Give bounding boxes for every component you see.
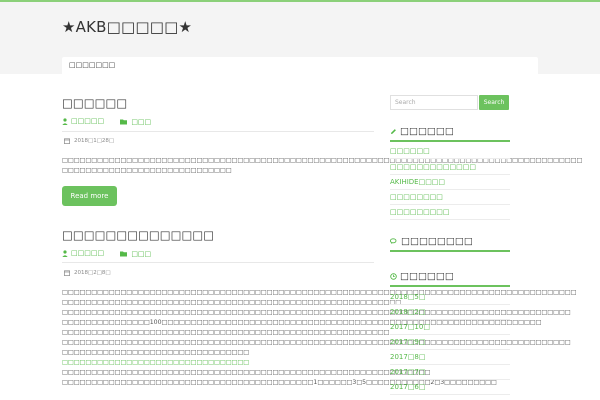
post-author-link[interactable]: □□□□□ — [62, 249, 104, 257]
post-author: □□□□□ — [71, 249, 105, 257]
archive-link[interactable]: 2017□7□ — [390, 365, 510, 380]
widget-title-underline — [390, 140, 510, 142]
post-category-link[interactable]: □□□ — [120, 250, 151, 258]
excerpt-line: □□□□□□□□□□□□□□□□□□□□□□□□□□□□□ — [62, 167, 232, 174]
folder-open-icon — [120, 119, 128, 124]
folder-open-icon — [120, 251, 128, 256]
excerpt-line: □□□□□□□□□□□□□□□□□□□□□□□□□□□□□□□□□□□□□□□□… — [62, 299, 402, 306]
user-icon — [62, 249, 68, 257]
excerpt-line: □□□□□□□□□□□□□□□□□□□□□□□□□□□□□□□□□□□□□□□□… — [62, 379, 497, 386]
widget-title-recent-comments: □□□□□□□□ — [390, 236, 473, 247]
widget-title-recent-posts: □□□□□□ — [390, 126, 454, 137]
content-area: □□□□□□ □□□□□ □□□ 2018□1□28□ □□□□□□□□□□□□… — [0, 74, 600, 400]
post-excerpt: □□□□□□□□□□□□□□□□□□□□□□□□□□□□□□□□□□□□□□□□… — [62, 156, 583, 176]
recent-post-link[interactable]: □□□□□□ — [390, 144, 510, 159]
excerpt-link[interactable]: □□□□□□□□□□□□□□□□□□□□□□□□□□□□□□□□ — [62, 358, 374, 368]
excerpt-line: □□□□□□□□□□□□□□□□□□□□□□□□□□□□□□□□□□□□□□□□… — [62, 289, 577, 296]
excerpt-line: □□□□□□□□□□□□□□□□□□□□□□□□□□□□□□□□□□□□□□□□… — [62, 329, 390, 336]
excerpt-line: □□□□□□□□□□□□□□□□□□□□□□□□□□□□□□□□□□□□□□□□… — [62, 309, 571, 316]
recent-post-link[interactable]: □□□□□□□□□□□□□ — [390, 160, 510, 175]
post-meta: □□□□□ □□□ — [62, 117, 151, 127]
post-date-text: 2018□1□28□ — [74, 138, 115, 144]
post-author-link[interactable]: □□□□□ — [62, 117, 104, 125]
recent-post-link[interactable]: □□□□□□□□□ — [390, 205, 510, 220]
excerpt-line: □□□□□□□□□□□□□□□□□□□□□□□□□□□□□□□□□□□□□□□□… — [62, 369, 431, 376]
site-title[interactable]: ★AKB□□□□□★ — [62, 18, 192, 36]
divider — [62, 131, 374, 132]
nav-item-home[interactable]: □□□□□□□ — [69, 61, 115, 69]
archive-link[interactable]: 2017□10□ — [390, 320, 510, 335]
search-button[interactable]: Search — [479, 95, 509, 110]
site-header: ★AKB□□□□□★ □□□□□□□ — [0, 2, 600, 76]
excerpt-line: □□□□□□□□□□□□□□□□□□□□□□□□□□□□□□□□ — [62, 349, 250, 356]
search-input[interactable]: Search — [390, 95, 478, 110]
post-title[interactable]: □□□□□□□□□□□□□□ — [62, 228, 214, 242]
clock-icon — [390, 273, 397, 280]
user-icon — [62, 117, 68, 125]
divider — [62, 262, 374, 263]
post-date-text: 2018□2□8□ — [74, 270, 111, 276]
post-meta: □□□□□ □□□ — [62, 249, 151, 259]
read-more-button[interactable]: Read more — [62, 186, 117, 206]
post-category: □□□ — [131, 249, 152, 258]
archive-link[interactable]: 2017□8□ — [390, 350, 510, 365]
recent-post-link[interactable]: □□□□□□□□ — [390, 190, 510, 205]
widget-title-text: □□□□□□ — [400, 271, 454, 282]
post-excerpt: □□□□□□□□□□□□□□□□□□□□□□□□□□□□□□□□ □□□□□□□□… — [62, 288, 577, 388]
calendar-icon — [64, 138, 70, 144]
post-author: □□□□□ — [71, 117, 105, 125]
calendar-icon — [64, 270, 70, 276]
widget-title-archives: □□□□□□ — [390, 271, 454, 282]
archive-link[interactable]: 2017□6□ — [390, 380, 510, 395]
archive-link[interactable]: 2017□9□ — [390, 335, 510, 350]
post-category-link[interactable]: □□□ — [120, 118, 151, 126]
excerpt-line: □□□□□□□□□□□□□□□100□□□□□□□□□□□□□□□□□□□□□□… — [62, 319, 542, 326]
post-date: 2018□2□8□ — [64, 270, 111, 276]
archive-link[interactable]: 2018□5□ — [390, 290, 510, 305]
pencil-icon — [391, 129, 396, 134]
post-date: 2018□1□28□ — [64, 138, 114, 144]
archive-link[interactable]: 2018□2□ — [390, 305, 510, 320]
widget-title-underline — [390, 285, 510, 287]
comments-icon — [390, 238, 397, 244]
widget-title-text: □□□□□□ — [400, 126, 454, 137]
widget-title-underline — [390, 250, 510, 252]
widget-title-text: □□□□□□□□ — [401, 236, 473, 247]
post-category: □□□ — [131, 117, 152, 126]
recent-post-link[interactable]: AKIHIDE□□□□ — [390, 175, 510, 190]
excerpt-line: □□□□□□□□□□□□□□□□□□□□□□□□□□□□□□□□□□□□□□□□… — [62, 339, 571, 346]
post-title[interactable]: □□□□□□ — [62, 96, 127, 110]
excerpt-line: □□□□□□□□□□□□□□□□□□□□□□□□□□□□□□□□□□□□□□□□… — [62, 157, 583, 164]
